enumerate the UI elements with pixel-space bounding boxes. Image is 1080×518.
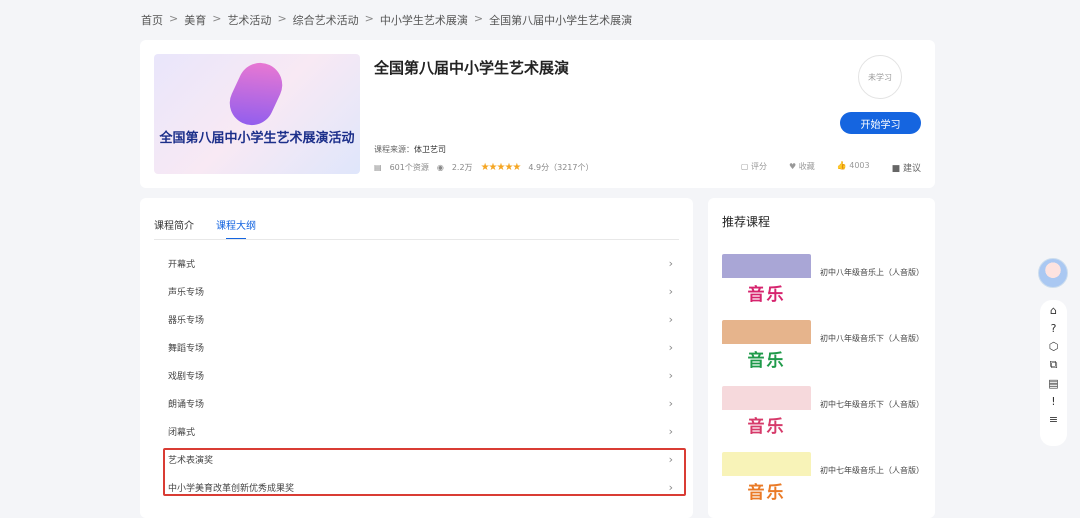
chevron-right-icon: › [668, 256, 673, 270]
recommend-item-label: 初中八年级音乐上（人音版） [820, 268, 924, 277]
divider [154, 239, 679, 240]
recommend-item[interactable]: 音乐 初中七年级音乐下（人音版） [722, 386, 924, 442]
recommend-item-label: 初中八年级音乐下（人音版） [820, 334, 924, 343]
course-stats: ▤ 601个资源 ◉ 2.2万 ★★★★★ 4.9分（3217个） [374, 162, 593, 173]
course-thumbnail: 音乐 [722, 386, 811, 442]
breadcrumb-general-art[interactable]: 综合艺术活动 [293, 12, 359, 28]
home-icon[interactable]: ⌂ [1050, 304, 1057, 317]
hexagon-icon[interactable]: ⬡ [1049, 340, 1059, 353]
recommend-item[interactable]: 音乐 初中八年级音乐下（人音版） [722, 320, 924, 376]
outline-item[interactable]: 开幕式 › [168, 249, 673, 277]
recommend-item-label: 初中七年级音乐上（人音版） [820, 466, 924, 475]
recommend-item[interactable]: 音乐 初中八年级音乐上（人音版） [722, 254, 924, 310]
course-title: 全国第八届中小学生艺术展演 [374, 59, 570, 77]
breadcrumb-home[interactable]: 首页 [141, 12, 163, 28]
chevron-right-icon: › [668, 368, 673, 382]
outline-item[interactable]: 器乐专场 › [168, 305, 673, 333]
menu-icon[interactable]: ≡ [1049, 413, 1058, 426]
outline-item[interactable]: 声乐专场 › [168, 277, 673, 305]
assistant-avatar[interactable] [1038, 258, 1068, 288]
star-rating: ★★★★★ [480, 162, 522, 173]
outline-item-label: 声乐专场 [168, 287, 205, 298]
resource-count: 601个资源 [389, 163, 429, 172]
outline-item-label: 戏剧专场 [168, 371, 205, 382]
breadcrumb-meiyu[interactable]: 美育 [184, 12, 206, 28]
outline-item-label: 开幕式 [168, 259, 196, 270]
like-button[interactable]: 👍 4003 [837, 161, 870, 174]
course-thumbnail: 音乐 [722, 320, 811, 376]
outline-item[interactable]: 朗诵专场 › [168, 389, 673, 417]
outline-item[interactable]: 戏剧专场 › [168, 361, 673, 389]
tab-intro[interactable]: 课程简介 [154, 217, 194, 232]
course-source: 课程来源：体卫艺司 [374, 145, 446, 154]
document-icon[interactable]: ▤ [1048, 377, 1058, 390]
study-status: 未学习 [858, 55, 902, 99]
recommend-item-label: 初中七年级音乐下（人音版） [820, 400, 924, 409]
breadcrumb-current: 全国第八届中小学生艺术展演 [489, 14, 633, 27]
outline-item-label: 闭幕式 [168, 427, 196, 438]
view-count: 2.2万 [451, 163, 473, 172]
side-toolbar: ⌂? ⬡ ⧉ ▤! ≡ [1040, 300, 1067, 446]
chevron-right-icon: › [668, 424, 673, 438]
chevron-right-icon: › [668, 340, 673, 354]
outline-item-label: 朗诵专场 [168, 399, 205, 410]
course-content: 课程简介 课程大纲 开幕式 › 声乐专场 › 器乐专场 › 舞蹈专场 › 戏剧专场 › 朗诵专场 › 闭… [140, 198, 693, 518]
course-cover: 全国第八届中小学生艺术展演活动 [154, 54, 360, 174]
outline-item[interactable]: 舞蹈专场 › [168, 333, 673, 361]
recommend-title: 推荐课程 [722, 215, 771, 229]
chevron-right-icon: › [668, 312, 673, 326]
rating-text: 4.9分（3217个） [528, 163, 594, 172]
tab-bar: 课程简介 课程大纲 [154, 217, 256, 240]
highlight-box [163, 448, 686, 496]
course-header: 全国第八届中小学生艺术展演活动 全国第八届中小学生艺术展演 未学习 开始学习 课… [140, 40, 935, 188]
recommend-panel: 推荐课程 音乐 初中八年级音乐上（人音版） 音乐 初中八年级音乐下（人音版） 音乐 初中七… [708, 198, 935, 518]
breadcrumb-showcase[interactable]: 中小学生艺术展演 [380, 12, 468, 28]
start-learning-button[interactable]: 开始学习 [840, 112, 921, 134]
eye-icon: ◉ [436, 163, 444, 172]
chevron-right-icon: › [668, 396, 673, 410]
favorite-button[interactable]: ♥ 收藏 [789, 161, 815, 174]
cover-text: 全国第八届中小学生艺术展演活动 [159, 131, 355, 146]
breadcrumb: 首页 > 美育 > 艺术活动 > 综合艺术活动 > 中小学生艺术展演 > 全国第八届中小学… [141, 12, 633, 28]
suggest-button[interactable]: ■ 建议 [892, 161, 921, 174]
help-icon[interactable]: ? [1051, 322, 1057, 335]
chevron-right-icon: › [668, 284, 673, 298]
rate-button[interactable]: ▢ 评分 [741, 161, 767, 174]
resource-icon: ▤ [374, 163, 382, 172]
course-actions: ▢ 评分 ♥ 收藏 👍 4003 ■ 建议 [741, 161, 921, 174]
outline-item[interactable]: 闭幕式 › [168, 417, 673, 445]
breadcrumb-art-activity[interactable]: 艺术活动 [227, 12, 271, 28]
copy-icon[interactable]: ⧉ [1050, 358, 1058, 372]
feedback-icon[interactable]: ! [1051, 395, 1055, 408]
outline-item-label: 器乐专场 [168, 315, 205, 326]
recommend-item[interactable]: 音乐 初中七年级音乐上（人音版） [722, 452, 924, 508]
course-thumbnail: 音乐 [722, 452, 811, 508]
tab-outline[interactable]: 课程大纲 [216, 217, 256, 240]
course-thumbnail: 音乐 [722, 254, 811, 310]
outline-item-label: 舞蹈专场 [168, 343, 205, 354]
